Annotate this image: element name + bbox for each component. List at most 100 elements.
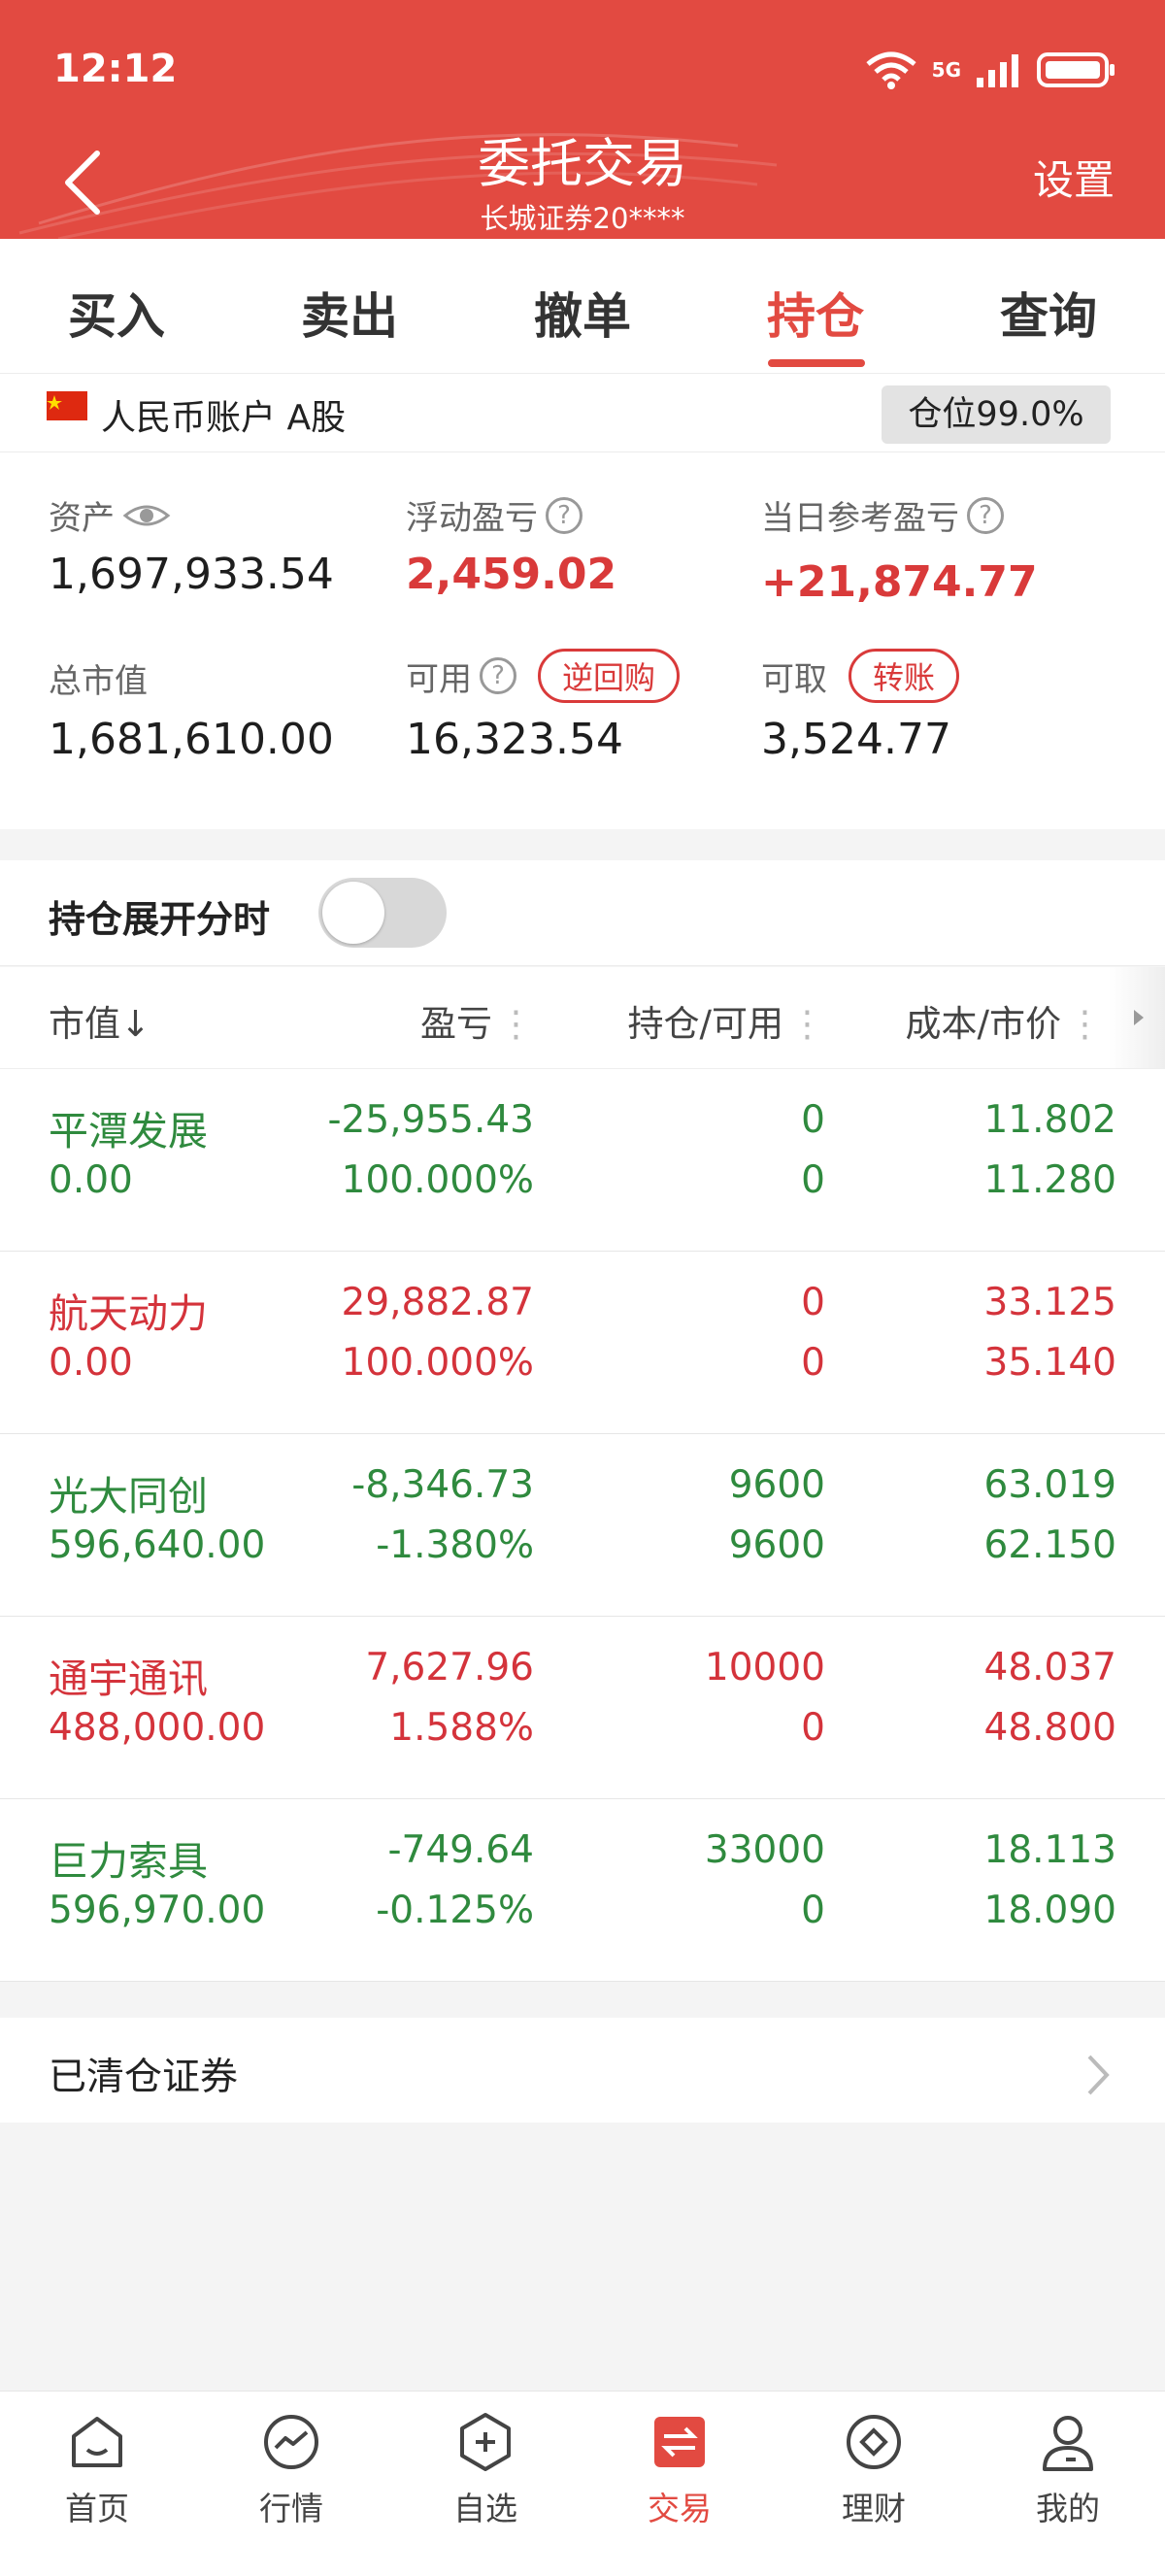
col-pl[interactable]: 盈亏 ⋮ bbox=[420, 994, 534, 1047]
table-row[interactable]: 光大同创 596,640.00 -8,346.73 -1.380% 9600 9600 63… bbox=[0, 1434, 1165, 1617]
holding-cell: 10000 bbox=[704, 1646, 825, 1689]
floating-pl-label-group: 浮动盈亏 ? bbox=[406, 491, 582, 539]
stock-name: 光大同创 bbox=[49, 1473, 208, 1520]
sort-handle-icon: ⋮ bbox=[789, 1003, 825, 1045]
pl-cell: 29,882.87 bbox=[341, 1281, 535, 1324]
stock-name: 巨力索具 bbox=[49, 1838, 208, 1885]
tab-buy[interactable]: 买入 bbox=[0, 278, 233, 348]
market-value-cell: 488,000.00 bbox=[49, 1706, 266, 1750]
market-value-cell: 0.00 bbox=[49, 1341, 133, 1385]
stock-name: 通宇通讯 bbox=[49, 1656, 208, 1702]
nav-watchlist[interactable]: 自选 bbox=[388, 2411, 582, 2529]
available-value: 16,323.54 bbox=[406, 715, 623, 764]
price-cell: 18.090 bbox=[983, 1889, 1116, 1932]
wifi-icon bbox=[866, 51, 916, 89]
available-cell: 0 bbox=[801, 1158, 825, 1202]
sort-handle-icon: ⋮ bbox=[1067, 1003, 1103, 1045]
table-row[interactable]: 通宇通讯 488,000.00 7,627.96 1.588% 10000 0 48.037… bbox=[0, 1617, 1165, 1799]
holding-cell: 9600 bbox=[728, 1463, 825, 1507]
nav-wealth[interactable]: 理财 bbox=[777, 2411, 971, 2529]
pl-percent-cell: -1.380% bbox=[376, 1523, 534, 1567]
cost-cell: 48.037 bbox=[983, 1646, 1116, 1689]
cost-cell: 63.019 bbox=[983, 1463, 1116, 1507]
caret-right-icon bbox=[1134, 1010, 1144, 1025]
help-icon[interactable]: ? bbox=[546, 496, 582, 534]
pl-cell: -25,955.43 bbox=[327, 1098, 534, 1142]
reverse-repo-button[interactable]: 逆回购 bbox=[538, 649, 681, 703]
market-value: 1,681,610.00 bbox=[49, 715, 334, 764]
price-cell: 62.150 bbox=[983, 1523, 1116, 1567]
available-label-group: 可用 ? 逆回购 bbox=[406, 649, 681, 703]
settings-button[interactable]: 设置 bbox=[1033, 148, 1115, 207]
nav-home[interactable]: 首页 bbox=[0, 2411, 194, 2529]
china-flag-icon bbox=[47, 391, 87, 420]
tab-sell[interactable]: 卖出 bbox=[233, 278, 466, 348]
nav-market[interactable]: 行情 bbox=[194, 2411, 388, 2529]
pl-cell: -8,346.73 bbox=[351, 1463, 534, 1507]
timeshare-toggle-label: 持仓展开分时 bbox=[49, 898, 271, 941]
scroll-right-button[interactable] bbox=[1109, 967, 1165, 1068]
eye-icon[interactable] bbox=[122, 498, 171, 533]
col-market-value[interactable]: 市值↓ bbox=[49, 994, 150, 1047]
daily-pl-value: +21,874.77 bbox=[761, 557, 1038, 607]
withdrawable-value: 3,524.77 bbox=[761, 715, 951, 764]
market-icon bbox=[264, 2415, 318, 2469]
help-icon[interactable]: ? bbox=[480, 657, 516, 694]
stock-name: 平潭发展 bbox=[49, 1108, 208, 1154]
holding-cell: 33000 bbox=[704, 1828, 825, 1872]
trade-icon bbox=[654, 2417, 705, 2467]
available-cell: 0 bbox=[801, 1706, 825, 1750]
pl-percent-cell: 100.000% bbox=[341, 1341, 534, 1385]
cost-cell: 33.125 bbox=[983, 1281, 1116, 1324]
table-row[interactable]: 平潭发展 0.00 -25,955.43 100.000% 0 0 11.802 11.280 bbox=[0, 1069, 1165, 1252]
col-cost-price[interactable]: 成本/市价 ⋮ bbox=[906, 994, 1103, 1047]
assets-label-group: 资产 bbox=[49, 491, 171, 539]
assets-value: 1,697,933.54 bbox=[49, 550, 334, 599]
status-icons: 5G bbox=[864, 50, 1116, 89]
cleared-securities-row[interactable]: 已清仓证券 bbox=[0, 2018, 1165, 2123]
holding-cell: 0 bbox=[801, 1098, 825, 1142]
withdrawable-label: 可取 bbox=[761, 659, 827, 699]
account-label[interactable]: 人民币账户 A股 bbox=[101, 389, 346, 440]
nav-trade[interactable]: 交易 bbox=[582, 2411, 777, 2529]
position-ratio-badge: 仓位99.0% bbox=[882, 385, 1111, 444]
sort-handle-icon: ⋮ bbox=[498, 1003, 534, 1045]
account-row: 人民币账户 A股 仓位99.0% bbox=[0, 374, 1165, 452]
active-tab-indicator bbox=[768, 359, 865, 367]
tab-cancel[interactable]: 撤单 bbox=[466, 278, 699, 348]
holdings-table-header: 市值↓ 盈亏 ⋮ 持仓/可用 ⋮ 成本/市价 ⋮ bbox=[0, 967, 1165, 1069]
bottom-nav: 首页 行情 自选 交易 理财 我的 bbox=[0, 2391, 1165, 2576]
nav-profile[interactable]: 我的 bbox=[971, 2411, 1165, 2529]
help-icon[interactable]: ? bbox=[967, 496, 1004, 534]
wealth-icon bbox=[847, 2415, 901, 2469]
assets-label: 资产 bbox=[49, 499, 115, 538]
asset-summary: 资产 1,697,933.54 浮动盈亏 ? 2,459.02 当日参考盈亏 ?… bbox=[0, 452, 1165, 829]
stock-name: 航天动力 bbox=[49, 1290, 208, 1337]
tab-query[interactable]: 查询 bbox=[932, 278, 1165, 348]
app-header: 12:12 5G 委托交易 长城证券20**** 设置 bbox=[0, 0, 1165, 239]
cost-cell: 18.113 bbox=[983, 1828, 1116, 1872]
signal-icon bbox=[977, 54, 1018, 87]
col-holding[interactable]: 持仓/可用 ⋮ bbox=[628, 994, 825, 1047]
market-value-cell: 596,970.00 bbox=[49, 1889, 266, 1932]
table-row[interactable]: 航天动力 0.00 29,882.87 100.000% 0 0 33.125 35.140 bbox=[0, 1252, 1165, 1434]
floating-pl-label: 浮动盈亏 bbox=[406, 499, 538, 538]
timeshare-toggle-row: 持仓展开分时 bbox=[0, 860, 1165, 966]
toggle-knob bbox=[322, 882, 384, 944]
cost-cell: 11.802 bbox=[983, 1098, 1116, 1142]
pl-percent-cell: 1.588% bbox=[389, 1706, 534, 1750]
pl-cell: 7,627.96 bbox=[365, 1646, 534, 1689]
timeshare-toggle[interactable] bbox=[318, 878, 447, 948]
chevron-right-icon bbox=[1087, 2055, 1110, 2095]
price-cell: 35.140 bbox=[983, 1341, 1116, 1385]
market-value-cell: 596,640.00 bbox=[49, 1523, 266, 1567]
pl-percent-cell: -0.125% bbox=[376, 1889, 534, 1932]
tab-holdings[interactable]: 持仓 bbox=[699, 278, 932, 348]
table-row[interactable]: 巨力索具 596,970.00 -749.64 -0.125% 33000 0 18.113… bbox=[0, 1799, 1165, 1982]
pl-percent-cell: 100.000% bbox=[341, 1158, 534, 1202]
transfer-button[interactable]: 转账 bbox=[849, 649, 960, 703]
page-title: 委托交易 bbox=[478, 133, 687, 194]
home-icon bbox=[72, 2417, 122, 2467]
watchlist-icon bbox=[460, 2413, 511, 2471]
market-value-cell: 0.00 bbox=[49, 1158, 133, 1202]
